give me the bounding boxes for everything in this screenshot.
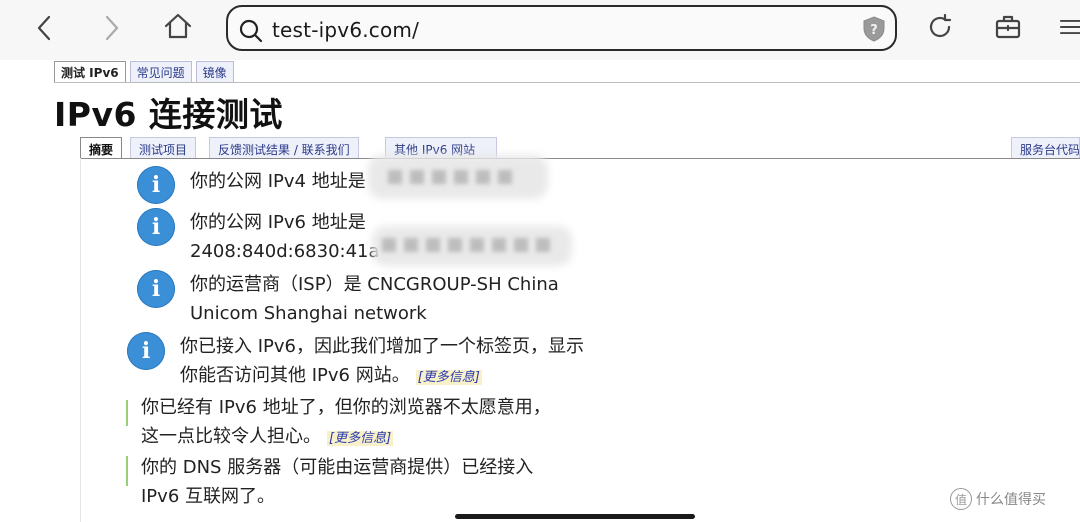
home-indicator[interactable] <box>455 514 695 519</box>
site-tab-test[interactable]: 测试 IPv6 <box>54 61 126 82</box>
info-icon: i <box>127 332 165 370</box>
status-indicator <box>126 400 128 426</box>
divider <box>80 158 81 522</box>
site-nav-tabs: 测试 IPv6 常见问题 镜像 <box>54 61 238 83</box>
browser-message: 你已经有 IPv6 地址了，但你的浏览器不太愿意用， 这一点比较令人担心。 [更多… <box>141 393 551 453</box>
menu-icon <box>1059 19 1080 35</box>
page: test-ipv6.com/ ? 测试 IPv6 常见问题 镜像 IPv6 连接… <box>0 0 1080 522</box>
ipv6-tab-message-line: 你已接入 IPv6，因此我们增加了一个标签页，显示 <box>180 336 584 357</box>
divider <box>54 82 1080 83</box>
ipv6-message: 你的公网 IPv6 地址是 2408:840d:6830:41a <box>190 208 380 266</box>
tools-button[interactable] <box>990 9 1026 45</box>
more-info-link[interactable]: [更多信息] <box>327 431 394 446</box>
tab-feedback[interactable]: 反馈测试结果 / 联系我们 <box>209 137 359 159</box>
more-info-link[interactable]: [更多信息] <box>415 370 482 385</box>
watermark-text: 什么值得买 <box>976 492 1046 508</box>
info-icon: i <box>137 208 175 246</box>
divider <box>80 158 1080 159</box>
status-indicator <box>126 456 128 486</box>
browser-toolbar: test-ipv6.com/ ? <box>0 0 1080 60</box>
home-icon <box>164 13 192 39</box>
ipv6-message-line: 你的公网 IPv6 地址是 <box>190 212 366 233</box>
isp-message: 你的运营商（ISP）是 CNCGROUP-SH China Unicom Sha… <box>190 270 559 328</box>
address-bar[interactable]: test-ipv6.com/ ? <box>226 5 897 51</box>
url-text[interactable]: test-ipv6.com/ <box>272 18 419 42</box>
isp-message-line: 你的运营商（ISP）是 CNCGROUP-SH China <box>190 274 559 295</box>
site-tab-faq[interactable]: 常见问题 <box>129 61 192 82</box>
home-button[interactable] <box>160 8 196 44</box>
content-tabs: 摘要 测试项目 反馈测试结果 / 联系我们 其他 IPv6 网站 服务台代码 <box>80 137 1080 159</box>
info-icon: i <box>137 270 175 308</box>
dns-message-line: IPv6 互联网了。 <box>141 486 275 507</box>
back-button[interactable] <box>26 10 62 46</box>
browser-message-line: 这一点比较令人担心。 <box>141 426 321 447</box>
privacy-blur <box>382 238 550 252</box>
reload-icon <box>929 13 952 38</box>
privacy-blur <box>388 170 512 184</box>
toolbox-icon <box>995 15 1021 39</box>
ipv4-message: 你的公网 IPv4 地址是 <box>190 171 366 192</box>
reload-button[interactable] <box>922 9 958 45</box>
ipv6-tab-message: 你已接入 IPv6，因此我们增加了一个标签页，显示 你能否访问其他 IPv6 网… <box>180 332 584 392</box>
chevron-right-icon <box>105 15 119 41</box>
watermark: 值 什么值得买 <box>950 488 1046 510</box>
page-title: IPv6 连接测试 <box>54 95 283 134</box>
tab-summary[interactable]: 摘要 <box>80 137 123 159</box>
search-icon <box>239 19 263 43</box>
tab-helpdesk-code[interactable]: 服务台代码 <box>1011 137 1080 159</box>
tab-tests[interactable]: 测试项目 <box>130 137 197 159</box>
browser-message-line: 你已经有 IPv6 地址了，但你的浏览器不太愿意用， <box>141 397 551 418</box>
svg-text:?: ? <box>870 23 878 38</box>
ipv6-tab-message-line: 你能否访问其他 IPv6 网站。 <box>180 365 410 386</box>
dns-message-line: 你的 DNS 服务器（可能由运营商提供）已经接入 <box>141 457 534 478</box>
shield-icon[interactable]: ? <box>861 15 887 43</box>
forward-button[interactable] <box>94 10 130 46</box>
chevron-left-icon <box>37 15 51 41</box>
dns-message: 你的 DNS 服务器（可能由运营商提供）已经接入 IPv6 互联网了。 <box>141 453 533 511</box>
menu-button[interactable] <box>1054 9 1080 45</box>
info-icon: i <box>137 166 175 204</box>
isp-message-line: Unicom Shanghai network <box>190 303 427 324</box>
ipv6-address: 2408:840d:6830:41a <box>190 241 380 262</box>
site-tab-mirrors[interactable]: 镜像 <box>195 61 234 82</box>
watermark-logo-icon: 值 <box>950 488 972 510</box>
